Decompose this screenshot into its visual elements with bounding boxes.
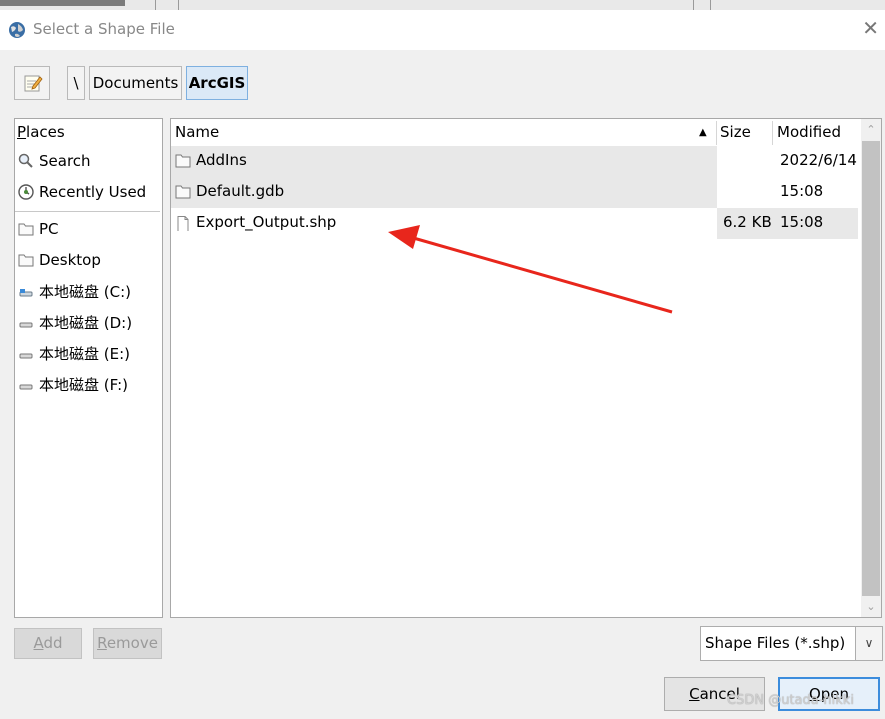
edit-location-button[interactable]	[14, 66, 50, 100]
places-item-label: 本地磁盘 (E:)	[39, 345, 131, 363]
recent-icon	[18, 184, 34, 200]
file-type-filter-value: Shape Files (*.shp)	[705, 634, 846, 652]
scroll-up-icon[interactable]: ⌃	[861, 119, 881, 141]
places-item-label: 本地磁盘 (C:)	[39, 283, 131, 301]
places-item-pc[interactable]: PC	[18, 217, 59, 241]
annotation-arrow	[388, 225, 673, 314]
remove-button[interactable]: Remove	[93, 628, 162, 659]
vertical-scrollbar[interactable]: ⌃ ⌄	[861, 119, 881, 617]
places-panel: Places Search Recently Used PC Desktop 本…	[14, 118, 163, 618]
chevron-down-icon[interactable]: ∨	[855, 627, 882, 660]
places-item-label: 本地磁盘 (F:)	[39, 376, 128, 394]
column-header-name[interactable]: Name	[175, 119, 219, 146]
places-item-search[interactable]: Search	[18, 149, 91, 173]
background-window-strip	[0, 0, 885, 10]
places-item-label: Recently Used	[39, 183, 147, 201]
places-item-drive-d[interactable]: 本地磁盘 (D:)	[18, 311, 132, 335]
breadcrumb-arcgis[interactable]: ArcGIS	[186, 66, 248, 100]
places-item-drive-c[interactable]: 本地磁盘 (C:)	[18, 280, 131, 304]
file-list: Name ▲ Size Modified AddIns 2022/6/14 De…	[170, 118, 882, 618]
drive-icon	[19, 289, 33, 297]
drive-icon	[19, 322, 33, 328]
places-item-label: Desktop	[39, 251, 101, 269]
breadcrumb-documents[interactable]: Documents	[89, 66, 182, 100]
breadcrumb-root[interactable]: \	[67, 66, 85, 100]
scroll-thumb[interactable]	[862, 141, 880, 596]
places-item-label: PC	[39, 220, 59, 238]
column-header-modified[interactable]: Modified	[777, 119, 841, 146]
file-type-filter[interactable]: Shape Files (*.shp) ∨	[700, 626, 883, 661]
window-title: Select a Shape File	[33, 20, 175, 38]
file-icon	[177, 216, 189, 231]
folder-icon	[175, 185, 191, 199]
places-item-label: 本地磁盘 (D:)	[39, 314, 133, 332]
sort-ascending-icon: ▲	[699, 127, 707, 138]
title-bar: Select a Shape File ✕	[0, 10, 885, 50]
places-header: Places	[17, 123, 65, 141]
places-item-drive-f[interactable]: 本地磁盘 (F:)	[18, 373, 128, 397]
places-separator	[15, 211, 160, 212]
column-divider[interactable]	[716, 121, 717, 145]
drive-icon	[19, 353, 33, 359]
column-divider[interactable]	[772, 121, 773, 145]
scroll-down-icon[interactable]: ⌄	[861, 597, 881, 617]
watermark: CSDN @utada-hikki	[727, 693, 854, 708]
edit-location-icon	[24, 75, 43, 92]
file-name: AddIns	[196, 151, 247, 169]
drive-icon	[19, 384, 33, 390]
places-item-desktop[interactable]: Desktop	[18, 248, 101, 272]
places-item-drive-e[interactable]: 本地磁盘 (E:)	[18, 342, 130, 366]
column-header-size[interactable]: Size	[720, 119, 751, 146]
file-modified: 2022/6/14	[780, 151, 857, 169]
add-button[interactable]: Add	[14, 628, 82, 659]
file-name: Export_Output.shp	[196, 213, 337, 231]
file-name: Default.gdb	[196, 182, 285, 200]
file-modified: 15:08	[780, 182, 824, 200]
folder-icon	[18, 254, 34, 267]
file-row[interactable]: AddIns 2022/6/14	[171, 146, 858, 177]
close-icon[interactable]: ✕	[862, 18, 879, 38]
folder-icon	[175, 154, 191, 168]
folder-icon	[18, 223, 34, 236]
globe-icon	[9, 22, 25, 38]
file-size: 6.2 KB	[723, 213, 772, 231]
file-modified: 15:08	[780, 213, 824, 231]
places-item-recently-used[interactable]: Recently Used	[18, 180, 146, 204]
file-row[interactable]: Default.gdb 15:08	[171, 177, 858, 208]
places-item-label: Search	[39, 152, 91, 170]
search-icon	[18, 153, 33, 168]
